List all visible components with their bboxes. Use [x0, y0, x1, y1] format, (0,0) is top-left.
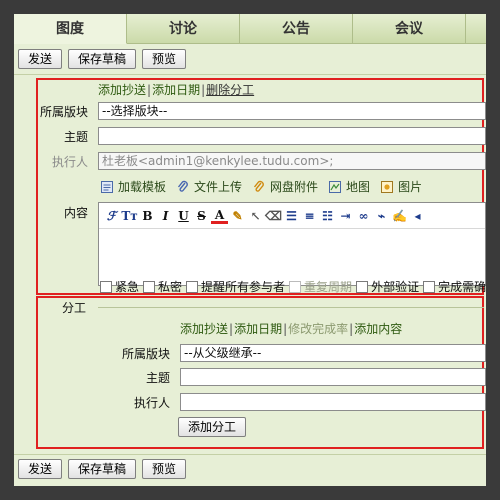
urgent-checkbox[interactable]	[100, 280, 112, 293]
division-legend: 分工	[62, 301, 87, 315]
file-upload-label: 文件上传	[194, 180, 243, 194]
remove-division-link[interactable]: 删除分工	[206, 83, 254, 97]
send-button[interactable]: 发送	[18, 49, 63, 69]
indent-icon[interactable]: ⇥	[337, 207, 354, 225]
bottom-send-button[interactable]: 发送	[18, 459, 63, 479]
tab-meeting[interactable]: 会议	[353, 14, 466, 44]
division-edit-completion-link: 修改完成率	[288, 322, 349, 336]
subject-label: 主题	[63, 130, 88, 144]
toolbar-divider	[14, 74, 486, 75]
font-color-icon[interactable]: A	[211, 208, 228, 224]
main-action-links: 添加抄送|添加日期|删除分工	[98, 83, 255, 97]
division-subject-input[interactable]	[180, 368, 486, 386]
load-template-action[interactable]: 加载模板	[100, 178, 166, 195]
unlink-icon[interactable]: ⌁	[373, 207, 390, 225]
picture-label: 图片	[398, 180, 423, 194]
attachment-bar: 加载模板 文件上传 网盘附件 地图 图片	[100, 178, 432, 195]
picture-action[interactable]: 图片	[380, 178, 422, 195]
completion-confirm-option[interactable]: 完成需确	[423, 278, 486, 295]
preview-button[interactable]: 预览	[142, 49, 187, 69]
division-assignee-label: 执行人	[133, 396, 170, 410]
tab-notice[interactable]: 公告	[240, 14, 353, 44]
bottom-preview-button[interactable]: 预览	[142, 459, 187, 479]
paperclip-icon	[177, 180, 188, 192]
bold-icon[interactable]: B	[139, 207, 156, 225]
bottom-toolbar: 发送 保存草稿 预览	[18, 459, 187, 481]
options-row: 紧急 私密 提醒所有参与者 重复周期 外部验证 完成需确	[100, 278, 486, 295]
netdisk-attachment-action[interactable]: 网盘附件	[252, 178, 318, 195]
bottom-save-draft-button[interactable]: 保存草稿	[68, 459, 137, 479]
division-add-date-link[interactable]: 添加日期	[234, 322, 282, 336]
board-label: 所属版块	[39, 105, 88, 119]
repeat-cycle-label: 重复周期	[304, 280, 353, 294]
tab-tudu[interactable]: 图度	[14, 14, 127, 44]
completion-confirm-checkbox[interactable]	[423, 280, 436, 293]
add-cc-link[interactable]: 添加抄送	[98, 83, 146, 97]
tab-discussion[interactable]: 讨论	[127, 14, 240, 44]
division-action-links: 添加抄送|添加日期|修改完成率|添加内容	[180, 322, 403, 336]
division-add-cc-link[interactable]: 添加抄送	[180, 322, 228, 336]
unordered-list-icon[interactable]: ≡	[301, 207, 318, 225]
template-icon	[101, 180, 113, 193]
more-icon[interactable]: ◂	[409, 207, 426, 225]
load-template-label: 加载模板	[118, 180, 167, 194]
division-board-select[interactable]: --从父级继承--	[180, 344, 486, 362]
map-action[interactable]: 地图	[328, 178, 370, 195]
highlight-color-icon[interactable]: ✎	[229, 207, 246, 225]
content-editor[interactable]: ℱ Tт B I U S A ✎ ↖ ⌫ ☰ ≡ ☷ ⇥ ∞ ⌁ ✍ ◂	[98, 202, 486, 286]
division-subject-label: 主题	[145, 371, 170, 385]
tab-bar: 图度 讨论 公告 会议	[14, 14, 486, 44]
repeat-cycle-checkbox	[289, 280, 302, 293]
external-verify-label: 外部验证	[371, 280, 420, 294]
external-verify-option[interactable]: 外部验证	[356, 278, 419, 295]
remind-all-checkbox[interactable]	[186, 280, 199, 293]
division-legend-line	[98, 307, 484, 308]
tab-bar-filler	[466, 14, 486, 44]
remind-all-label: 提醒所有参与者	[201, 280, 286, 294]
private-checkbox[interactable]	[143, 280, 156, 293]
repeat-cycle-option: 重复周期	[289, 278, 352, 295]
add-date-link[interactable]: 添加日期	[152, 83, 200, 97]
private-label: 私密	[158, 280, 183, 294]
italic-icon[interactable]: I	[157, 207, 174, 225]
ordered-list-icon[interactable]: ☷	[319, 207, 336, 225]
bottom-toolbar-divider	[14, 454, 486, 455]
edit-source-icon[interactable]: ✍	[391, 207, 408, 225]
align-icon[interactable]: ☰	[283, 207, 300, 225]
urgent-label: 紧急	[115, 280, 140, 294]
strikethrough-icon[interactable]: S	[193, 207, 210, 225]
division-assignee-input[interactable]	[180, 393, 486, 411]
content-label: 内容	[63, 206, 88, 220]
urgent-option[interactable]: 紧急	[100, 278, 139, 295]
board-select[interactable]: --选择版块--	[98, 102, 486, 120]
font-size-icon[interactable]: Tт	[121, 207, 138, 225]
compose-window: 图度 讨论 公告 会议 发送 保存草稿 预览 添加抄送|添加日期|删除分工 所属…	[14, 14, 486, 486]
add-division-button[interactable]: 添加分工	[178, 417, 247, 437]
map-icon	[329, 180, 342, 193]
subject-input[interactable]	[98, 127, 486, 145]
eraser-icon[interactable]: ⌫	[265, 207, 282, 225]
private-option[interactable]: 私密	[143, 278, 182, 295]
font-family-icon[interactable]: ℱ	[103, 207, 120, 225]
save-draft-button[interactable]: 保存草稿	[68, 49, 137, 69]
netdisk-attachment-label: 网盘附件	[270, 180, 319, 194]
assignee-label: 执行人	[51, 155, 88, 169]
picture-icon	[381, 180, 394, 193]
netdisk-clip-icon	[253, 180, 264, 192]
division-board-label: 所属版块	[121, 347, 170, 361]
external-verify-checkbox[interactable]	[356, 280, 369, 293]
division-add-content-link[interactable]: 添加内容	[354, 322, 402, 336]
map-label: 地图	[346, 180, 371, 194]
link-icon[interactable]: ∞	[355, 207, 372, 225]
completion-confirm-label: 完成需确	[438, 280, 486, 294]
assignee-input[interactable]: 杜老板<admin1@kenkylee.tudu.com>;	[98, 152, 486, 170]
file-upload-action[interactable]: 文件上传	[176, 178, 242, 195]
top-toolbar: 发送 保存草稿 预览	[18, 49, 187, 71]
editor-toolbar: ℱ Tт B I U S A ✎ ↖ ⌫ ☰ ≡ ☷ ⇥ ∞ ⌁ ✍ ◂	[99, 203, 485, 229]
underline-icon[interactable]: U	[175, 207, 192, 225]
select-cursor-icon[interactable]: ↖	[247, 207, 264, 225]
remind-all-option[interactable]: 提醒所有参与者	[186, 278, 285, 295]
